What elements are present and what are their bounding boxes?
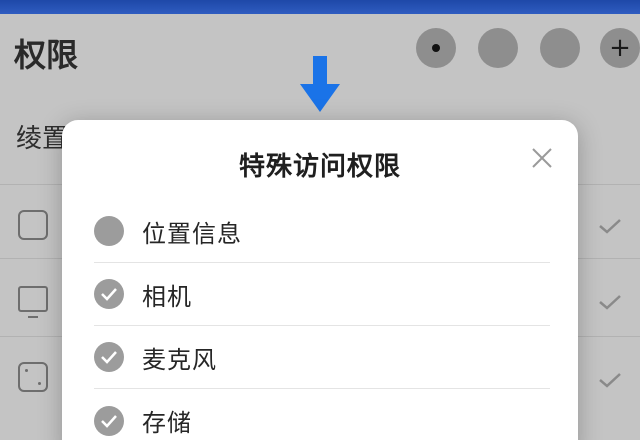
dialog-title: 特殊访问权限 [238, 152, 401, 182]
frame-icon [18, 362, 48, 392]
check-icon [598, 372, 622, 388]
close-button[interactable] [530, 146, 554, 170]
permission-label: 麦克风 [142, 345, 217, 374]
permission-label: 相机 [142, 282, 192, 311]
permission-list: 位置信息 相机 麦克风 存储 [94, 200, 550, 440]
check-icon [598, 294, 622, 310]
add-button[interactable]: + [600, 28, 640, 68]
section-subtitle: 绫置 [16, 124, 69, 154]
permission-item-storage[interactable]: 存储 [94, 389, 550, 440]
header-circle-button[interactable] [478, 28, 518, 68]
permission-label: 存储 [142, 409, 192, 437]
permission-label: 位置信息 [142, 219, 242, 248]
permission-item-microphone[interactable]: 麦克风 [94, 326, 550, 389]
screen-icon [18, 286, 48, 318]
down-arrow-icon [300, 56, 340, 114]
checkbox-icon [18, 210, 48, 240]
header-circle-button-2[interactable] [540, 28, 580, 68]
check-icon [598, 218, 622, 234]
checked-radio-icon[interactable] [94, 279, 124, 309]
top-status-strip [0, 0, 640, 14]
checked-radio-icon[interactable] [94, 405, 124, 436]
permission-item-camera[interactable]: 相机 [94, 263, 550, 326]
plus-icon: + [609, 33, 631, 63]
special-access-dialog: 特殊访问权限 位置信息 相机 麦克风 存储 [62, 120, 578, 440]
header-dot-button[interactable] [416, 28, 456, 68]
close-icon [532, 148, 552, 168]
page-title: 权限 [14, 36, 79, 74]
unchecked-radio-icon[interactable] [94, 216, 124, 246]
checked-radio-icon[interactable] [94, 342, 124, 372]
dot-icon [432, 44, 440, 52]
permission-item-location[interactable]: 位置信息 [94, 200, 550, 263]
